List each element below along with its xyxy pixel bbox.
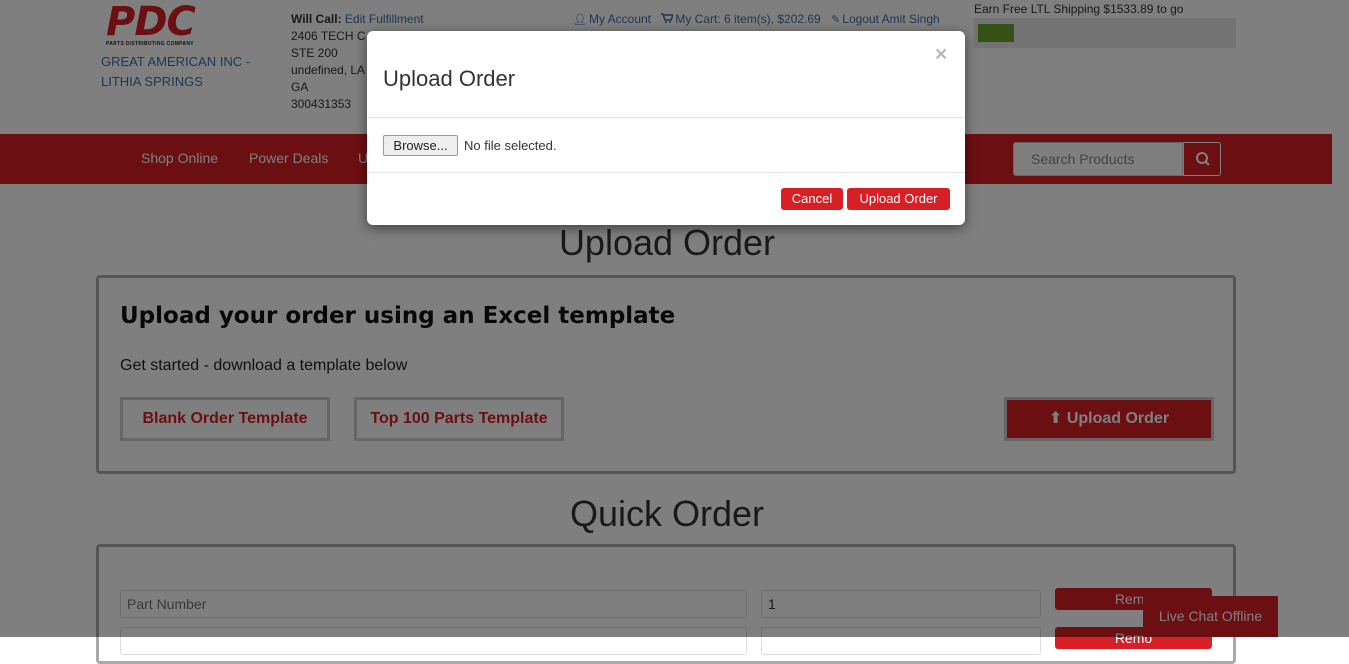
modal-header: Upload Order × [367,31,965,118]
cancel-button[interactable]: Cancel [781,188,843,210]
no-file-selected-text: No file selected. [464,138,557,153]
modal-body: Browse... No file selected. [367,118,965,173]
modal-upload-order-button[interactable]: Upload Order [847,188,950,210]
browse-button[interactable]: Browse... [383,135,458,156]
upload-order-modal: Upload Order × Browse... No file selecte… [367,31,965,225]
modal-title: Upload Order [383,66,516,91]
close-icon[interactable]: × [935,43,947,67]
